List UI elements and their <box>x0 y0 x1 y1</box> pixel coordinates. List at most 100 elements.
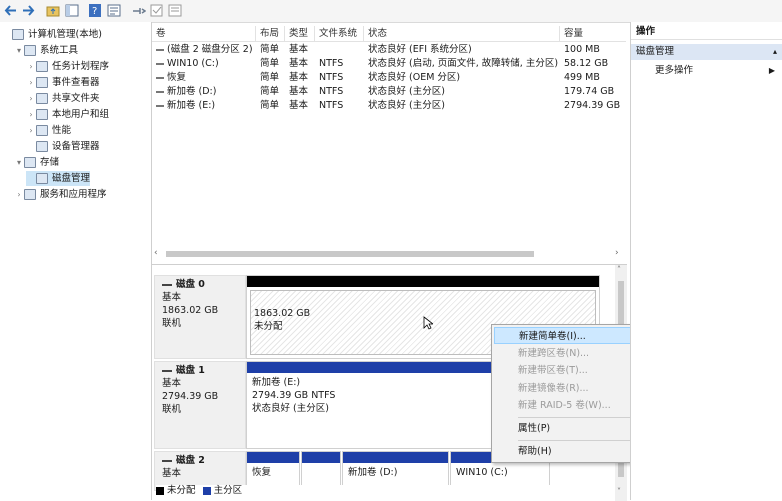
column-volume[interactable]: 卷 <box>152 26 256 41</box>
disk-1-label[interactable]: 磁盘 1 基本 2794.39 GB 联机 <box>154 361 246 449</box>
tree-item[interactable]: 设备管理器 <box>26 139 100 154</box>
menu-new-raid5-volume[interactable]: 新建 RAID-5 卷(W)... <box>494 397 649 414</box>
cell-capacity: 499 MB <box>564 72 600 83</box>
expanded-icon[interactable]: ▾ <box>14 43 24 58</box>
menu-new-spanned-volume[interactable]: 新建跨区卷(N)... <box>494 345 649 362</box>
volume-list-header: 卷 布局 类型 文件系统 状态 容量 <box>152 26 626 42</box>
disk-icon <box>162 369 172 372</box>
scroll-thumb[interactable] <box>166 251 534 257</box>
cell-volume: 恢复 <box>152 71 260 85</box>
disk-0-label[interactable]: 磁盘 0 基本 1863.02 GB 联机 <box>154 275 246 359</box>
menu-separator <box>518 417 648 418</box>
node-icon <box>36 141 48 152</box>
disk-icon <box>162 283 172 286</box>
actions-more[interactable]: 更多操作 ▶ <box>631 63 782 79</box>
cell-status: 状态良好 (启动, 页面文件, 故障转储, 主分区) <box>368 58 559 69</box>
tree-item[interactable]: 磁盘管理 <box>26 171 91 186</box>
expand-icon[interactable]: › <box>26 91 36 106</box>
tree-item[interactable]: › 事件查看器 <box>26 75 100 90</box>
node-icon <box>36 61 48 72</box>
connect-icon[interactable] <box>132 4 146 17</box>
horizontal-scrollbar[interactable]: ‹ › <box>152 248 626 260</box>
disk-state: 联机 <box>162 404 182 415</box>
unallocated-size: 1863.02 GB <box>254 308 311 319</box>
expanded-icon[interactable]: ▾ <box>14 155 24 170</box>
volume-row[interactable]: (磁盘 2 磁盘分区 2) 简单 基本 状态良好 (EFI 系统分区) 100 MB <box>152 43 626 57</box>
unallocated-status: 未分配 <box>254 321 283 332</box>
cell-capacity: 2794.39 GB <box>564 100 621 111</box>
partition-name <box>302 463 340 469</box>
scroll-left-icon[interactable]: ‹ <box>154 248 158 258</box>
column-filesystem[interactable]: 文件系统 <box>315 26 364 41</box>
cell-type: 基本 <box>289 86 309 97</box>
tree-item[interactable]: 计算机管理(本地) <box>2 27 102 42</box>
volume-row[interactable]: WIN10 (C:) 简单 基本 NTFS 状态良好 (启动, 页面文件, 故障转储, … <box>152 57 626 71</box>
column-type[interactable]: 类型 <box>285 26 315 41</box>
column-capacity[interactable]: 容量 <box>560 26 626 41</box>
node-icon <box>36 173 48 184</box>
disk-type: 基本 <box>162 378 182 389</box>
back-icon[interactable] <box>4 4 18 17</box>
scroll-up-icon[interactable]: ˄ <box>617 265 621 274</box>
expand-icon[interactable]: › <box>26 75 36 90</box>
disk-size: 1863.02 GB <box>162 305 219 316</box>
volume-name: WIN10 (C:) <box>167 58 219 69</box>
menu-new-striped-volume[interactable]: 新建带区卷(T)... <box>494 362 649 379</box>
actions-section-disk-management[interactable]: 磁盘管理 ▴ <box>631 44 782 60</box>
cell-filesystem: NTFS <box>319 100 344 111</box>
node-icon <box>24 189 36 200</box>
cell-filesystem: NTFS <box>319 72 344 83</box>
menu-help[interactable]: 帮助(H) <box>494 443 649 460</box>
tree-item[interactable]: › 性能 <box>26 123 71 138</box>
cell-status: 状态良好 (主分区) <box>368 86 445 97</box>
up-folder-icon[interactable] <box>46 4 60 17</box>
volume-row[interactable]: 新加卷 (D:) 简单 基本 NTFS 状态良好 (主分区) 179.74 GB <box>152 85 626 99</box>
menu-new-mirrored-volume[interactable]: 新建镜像卷(R)... <box>494 380 649 397</box>
show-hide-tree-icon[interactable] <box>65 4 79 17</box>
tree-item-label: 系统工具 <box>40 45 79 56</box>
expand-icon[interactable]: › <box>26 107 36 122</box>
forward-icon[interactable] <box>21 4 35 17</box>
tree-item[interactable]: › 服务和应用程序 <box>14 187 107 202</box>
help-icon[interactable]: ? <box>88 4 102 17</box>
check-icon[interactable] <box>150 4 164 17</box>
node-icon <box>24 45 36 56</box>
primary-partition-bar <box>343 452 448 463</box>
scroll-right-icon[interactable]: › <box>615 248 619 258</box>
column-layout[interactable]: 布局 <box>256 26 285 41</box>
disk-state: 联机 <box>162 318 182 329</box>
cell-type: 基本 <box>289 100 309 111</box>
volume-row[interactable]: 新加卷 (E:) 简单 基本 NTFS 状态良好 (主分区) 2794.39 GB <box>152 99 626 113</box>
cell-volume: 新加卷 (D:) <box>152 85 260 99</box>
view-icon[interactable] <box>168 4 182 17</box>
volume-icon <box>156 76 164 79</box>
properties-icon[interactable] <box>107 4 121 17</box>
node-icon <box>36 109 48 120</box>
tree-item-label: 性能 <box>52 125 72 136</box>
expand-icon[interactable]: › <box>26 59 36 74</box>
cell-capacity: 100 MB <box>564 44 600 55</box>
expand-icon[interactable]: › <box>14 187 24 202</box>
disk-name: 磁盘 1 <box>176 365 205 376</box>
scroll-down-icon[interactable]: ˅ <box>617 487 621 496</box>
menu-new-simple-volume[interactable]: 新建简单卷(I)... <box>494 327 649 344</box>
node-icon <box>12 29 24 40</box>
node-icon <box>36 93 48 104</box>
partition-name: WIN10 (C:) <box>456 467 508 478</box>
tree-item[interactable]: › 本地用户和组 <box>26 107 109 122</box>
cell-status: 状态良好 (主分区) <box>368 100 445 111</box>
volume-row[interactable]: 恢复 简单 基本 NTFS 状态良好 (OEM 分区) 499 MB <box>152 71 626 85</box>
tree-item[interactable]: ▾ 存储 <box>14 155 59 170</box>
collapse-icon[interactable]: ▴ <box>773 44 777 60</box>
svg-text:?: ? <box>92 6 97 17</box>
tree-item[interactable]: › 共享文件夹 <box>26 91 100 106</box>
menu-properties[interactable]: 属性(P) <box>494 420 649 437</box>
column-status[interactable]: 状态 <box>364 26 560 41</box>
expand-icon[interactable]: › <box>26 123 36 138</box>
cell-type: 基本 <box>289 72 309 83</box>
tree-item[interactable]: › 任务计划程序 <box>26 59 109 74</box>
legend-unallocated-swatch <box>156 486 164 495</box>
cell-filesystem: NTFS <box>319 58 344 69</box>
tree-item[interactable]: ▾ 系统工具 <box>14 43 78 58</box>
cell-type: 基本 <box>289 44 309 55</box>
